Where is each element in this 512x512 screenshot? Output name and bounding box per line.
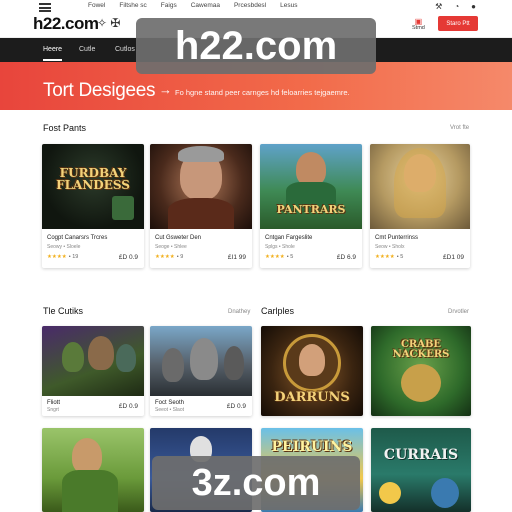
game-meta: Seoge • Shlee (155, 244, 187, 250)
game-price: £D 0.9 (118, 254, 138, 261)
game-card[interactable]: CRABE NACKERS (371, 326, 471, 416)
top-link[interactable]: Lesus (280, 2, 297, 9)
section-title: Tle Cutiks (43, 306, 84, 316)
star-icon: ★★★★ (47, 254, 67, 260)
game-name: Cogpt Canarsrs Trcres (47, 235, 108, 241)
brand-logo[interactable]: h22.com (33, 14, 99, 34)
game-thumbnail: PANTRARS (260, 144, 362, 229)
game-card[interactable]: Foct Seoth Seeot • Slaot £D 0.9 (150, 326, 252, 416)
signin-icon: ▣ (414, 17, 423, 26)
top-link[interactable]: Cawemaa (191, 2, 220, 9)
game-card[interactable]: PANTRARS Cntgan Fargeslite Splgs • Shole… (260, 144, 362, 268)
arrow-right-icon[interactable]: → (159, 82, 172, 97)
game-art-title: PEIRUINS (271, 439, 353, 455)
game-thumbnail: CURRAIS (371, 428, 471, 512)
game-price: £I1 99 (227, 254, 246, 261)
game-price: £D 0.9 (118, 403, 138, 410)
game-thumbnail: FURDBAY FLANDESS (42, 144, 144, 229)
nav-item[interactable]: Cutle (79, 46, 95, 53)
game-price: £D 0.9 (226, 403, 246, 410)
top-link[interactable]: Filtshe sc (119, 2, 146, 9)
game-card[interactable]: Cmt Punterrinss Seow • Sholx ★★★★ • 5 £D1… (370, 144, 470, 268)
game-card[interactable]: DARRUNS (261, 326, 363, 416)
top-links: Fowel Filtshe sc Faigs Cawemaa Prcesbdes… (88, 2, 297, 9)
account-icon[interactable]: ◔ (454, 2, 459, 11)
game-name: Cntgan Fargeslite (265, 235, 313, 241)
game-meta: Seow • Sholx (375, 244, 405, 250)
game-name: Cut Gsweter Den (155, 235, 202, 241)
game-price: £D 6.9 (336, 254, 356, 261)
top-link[interactable]: Faigs (161, 2, 177, 9)
game-thumbnail (150, 144, 252, 229)
section-view-all-link[interactable]: Dnathey (228, 309, 250, 315)
rating-count: • 9 (176, 254, 184, 260)
game-card[interactable]: FURDBAY FLANDESS Cogpt Canarsrs Trcres S… (42, 144, 144, 268)
hero-title: Tort Desigees (43, 80, 156, 101)
signin-link[interactable]: ▣ Stmd (412, 18, 425, 32)
game-art-title: CRABE NACKERS (392, 339, 450, 360)
brand-decor-icon: ✧ ✠ (97, 16, 121, 30)
section-title: Fost Pants (43, 123, 87, 133)
cta-button[interactable]: Staro Ptt (438, 16, 478, 31)
tools-icon[interactable]: ⚒ (435, 2, 442, 11)
game-card[interactable] (42, 428, 144, 512)
rating-count: • 5 (396, 254, 404, 260)
game-card[interactable]: Fliott Sngrt £D 0.9 (42, 326, 144, 416)
game-thumbnail (42, 326, 144, 396)
game-thumbnail (150, 326, 252, 396)
game-thumbnail: DARRUNS (261, 326, 363, 416)
nav-item[interactable]: Cutlos (115, 46, 135, 53)
signin-label: Stmd (412, 25, 425, 31)
menu-icon[interactable] (39, 3, 51, 12)
top-icons: ⚒ ◔ ● (435, 2, 476, 11)
watermark-bottom: 3z.com (152, 456, 360, 510)
game-meta: Splgs • Shole (265, 244, 295, 250)
game-card[interactable]: CURRAIS (371, 428, 471, 512)
game-thumbnail (370, 144, 470, 229)
nav-item-home[interactable]: Heere (43, 46, 63, 61)
section-title: Carlples (261, 306, 295, 316)
section-view-all-link[interactable]: Vrot fte (450, 125, 469, 131)
star-icon: ★★★★ (375, 254, 395, 260)
star-icon: ★★★★ (155, 254, 175, 260)
rating-stars: ★★★★ • 9 (155, 254, 183, 260)
watermark-top: h22.com (136, 18, 376, 74)
game-art-title: CURRAIS (383, 447, 459, 463)
rating-count: • 5 (286, 254, 294, 260)
section-view-all-link[interactable]: Drvotler (448, 309, 469, 315)
rating-stars: ★★★★ • 5 (265, 254, 293, 260)
game-thumbnail (42, 428, 144, 512)
game-meta: Sngrt (47, 407, 59, 413)
game-meta: Seeot • Slaot (155, 407, 184, 413)
game-name: Foct Seoth (155, 400, 185, 406)
hero-subtitle: Fo hgne stand peer carnges hd feloarries… (175, 88, 350, 97)
game-meta: Seowy • Sloele (47, 244, 81, 250)
star-icon: ★★★★ (265, 254, 285, 260)
game-thumbnail: CRABE NACKERS (371, 326, 471, 416)
game-art-title: FURDBAY FLANDESS (56, 166, 130, 192)
rating-count: • 19 (68, 254, 79, 260)
game-price: £D1 09 (443, 254, 464, 261)
rating-stars: ★★★★ • 19 (47, 254, 78, 260)
top-link[interactable]: Prcesbdesl (234, 2, 266, 9)
profile-icon[interactable]: ● (471, 2, 476, 11)
game-card[interactable]: Cut Gsweter Den Seoge • Shlee ★★★★ • 9 £I… (150, 144, 252, 268)
game-art-title: DARRUNS (274, 390, 350, 405)
game-name: Cmt Punterrinss (375, 235, 419, 241)
game-art-title: PANTRARS (276, 203, 346, 216)
top-link[interactable]: Fowel (88, 2, 105, 9)
game-name: Fliott (47, 400, 61, 406)
rating-stars: ★★★★ • 5 (375, 254, 403, 260)
